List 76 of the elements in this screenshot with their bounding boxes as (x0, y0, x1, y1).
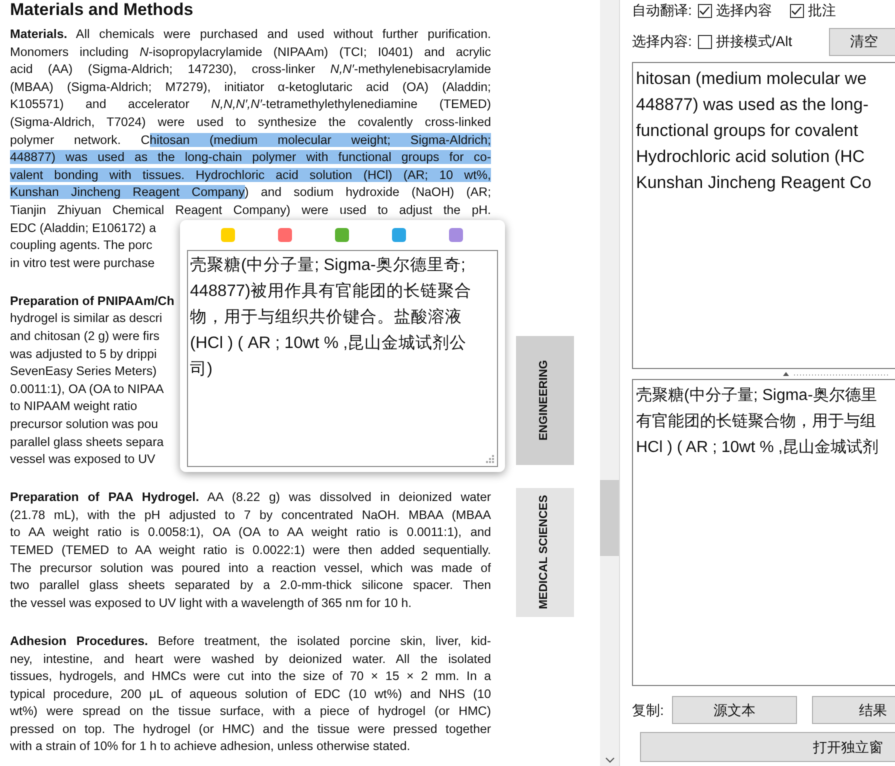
text-line: Adhesion Procedures. Before treatment, the isolated porcine skin, liver, kid- (10, 632, 491, 650)
text-line: Materials. All chemicals were purchased and used without further purification. (10, 26, 491, 43)
text-line: precursor solution was pou (10, 416, 158, 433)
source-text-area[interactable]: hitosan (medium molecular we 448877) was used as the long- functional groups for covalent Hydrochloric acid solution (HC Kunshan Jincheng Reagent Co (632, 62, 895, 369)
text-line: hydrogel is similar as descri (10, 310, 162, 328)
text-line: ) and sodium hydroxide (NaOH) (AR; (244, 185, 492, 200)
text-line: to NIPAAM weight ratio (10, 398, 138, 416)
text-line: parallel glass sheets separa (10, 434, 164, 451)
text-line: wt%) were spread on the tissue surface, with a piece of hydrogel (or HMC) (10, 703, 491, 720)
text-line: K105571) and accelerator N,N,N′,N′-tetramethylethylenediamine (TEMED) (10, 96, 491, 114)
text-line: with a strain of 10% for 1 h to achieve adhesion, unless otherwise stated. (10, 738, 412, 756)
copy-button[interactable]: 结果 (812, 696, 895, 724)
text-line: typical procedure, 200 μL of aqueous solution of EDC (10 wt%) and NHS (10 (10, 686, 491, 703)
selected-text: valent bonding with tissues. Hydrochloric acid solution (HCl) (AR; 10 wt%, (10, 168, 491, 182)
text-line: 0.0011:1), OA (OA to NIPAA (10, 380, 164, 398)
option-label: 选择内容: (632, 32, 692, 52)
scrollbar-thumb[interactable] (600, 480, 619, 556)
translation-text-area[interactable]: 壳聚糖(中分子量; Sigma-奥尔德里奇; 448877)被用作具有官能团的长链聚合物，用于与组织共价键合。盐酸溶液(HCl ) ( AR ; 10wt % ,昆山金城试剂公司) (187, 250, 498, 467)
highlight-color-swatch[interactable] (278, 228, 292, 242)
scroll-down-icon[interactable] (605, 757, 615, 763)
text-line: Tianjin Zhiyuan Chemical Reagent Company) were used to adjust the pH. (10, 202, 491, 219)
text-line: coupling agents. The porc (10, 237, 152, 254)
highlight-color-swatch[interactable] (335, 228, 349, 242)
selected-text: Kunshan Jincheng Reagent Company (10, 185, 245, 200)
text-line: HCl ) ( AR ; 10wt % ,昆山金城试剂 (636, 438, 879, 458)
text-line: in vitro test were purchase (10, 254, 155, 272)
section-tab-label: ENGINEERING (537, 360, 552, 441)
text-line: 448877) was used as the long- (636, 94, 868, 116)
checkbox-label: 选择内容 (716, 1, 772, 20)
text-line: acid (AA) (Sigma-Aldrich; 147230), cross-linker N,N′-methylenebisacrylamide (10, 61, 491, 78)
checkbox[interactable] (698, 4, 712, 18)
text-line: the vessel was exposed to UV light with a wavelength of 365 nm for 10 h. (10, 594, 413, 612)
text-line: EDC (Aladdin; E106172) a (10, 220, 156, 237)
copy-button[interactable]: 源文本 (672, 696, 797, 724)
text-line: SevenEasy Series Meters) (10, 363, 157, 380)
section-tab-label: MEDICAL SCIENCES (537, 495, 552, 610)
text-line: (Sigma-Aldrich, T7024) were used to synthesize the covalently cross-linked (10, 114, 491, 131)
text-line: Preparation of PAA Hydrogel. AA (8.22 g) was dissolved in deionized water (10, 489, 491, 506)
text-line: tissues, hydrogels, and HMCs were cut into the size of 70 × 15 × 2 mm. In a (10, 668, 491, 686)
text-line: Preparation of PNIPAAm/Ch (10, 292, 174, 310)
checkbox[interactable] (790, 4, 804, 18)
text-line: vessel was exposed to UV (10, 451, 156, 468)
result-text-area[interactable]: 壳聚糖(中分子量; Sigma-奥尔德里 有官能团的长链聚合物，用于与组 HCl ) ( AR ; 10wt % ,昆山金城试剂 (632, 378, 895, 686)
text-line: and chitosan (2 g) were firs (10, 328, 160, 345)
splitter-handle[interactable] (780, 370, 890, 376)
highlight-color-swatch[interactable] (392, 228, 406, 242)
text-line: to AA weight ratio is 0.0058:1), OA (OA to AA weight ratio is 0.0011:1), and (10, 524, 491, 542)
text-line: polymer network. C (10, 132, 150, 147)
text-line: 有官能团的长链聚合物，用于与组 (636, 412, 876, 432)
text-line: Monomers including N-isopropylacrylamide (NIPAAm) (TCI; I0401) and acrylic (10, 44, 491, 61)
text-line: 壳聚糖(中分子量; Sigma-奥尔德里 (636, 386, 877, 406)
text-line: Kunshan Jincheng Reagent Co (636, 172, 872, 194)
text-line: ney, intestine, and heart were washed by deionized water. All the isolated (10, 650, 491, 668)
text-line: TEMED (TEMED to AA weight ratio is 0.0022:1) were then added sequentially. (10, 542, 491, 560)
text-line: (21.78 mL), with the pH adjusted to 7 by concentrated NaOH. MBAA (MBAA (10, 506, 491, 524)
selected-text: 448877) was used as the long-chain polymer with functional groups for co- (10, 150, 491, 164)
text-line: was adjusted to 5 by drippi (10, 346, 157, 363)
text-line: functional groups for covalent (636, 120, 858, 142)
highlight-color-swatch[interactable] (449, 228, 463, 242)
checkbox-label: 拼接模式/Alt (716, 32, 792, 52)
checkbox[interactable] (698, 34, 712, 49)
text-line: (MBAA) (Sigma-Aldrich; M7279), initiator α-ketoglutaric acid (OA) (Aladdin; (10, 78, 491, 96)
selected-text: hitosan (medium molecular weight; Sigma-Aldrich; (150, 132, 491, 147)
text-line: The precursor solution was poured into a reaction vessel, which was made of (10, 560, 491, 577)
resize-grip-icon[interactable] (485, 454, 495, 464)
text-line: Hydrochloric acid solution (HC (636, 146, 865, 168)
section-title: Materials and Methods (10, 0, 194, 20)
highlight-color-swatch[interactable] (221, 228, 235, 242)
text-line: two parallel glass sheets separated by a 2.0-mm-thick silicone spacer. Then (10, 577, 491, 594)
copy-label: 复制: (632, 700, 664, 720)
text-line: hitosan (medium molecular we (636, 68, 867, 90)
checkbox-label: 批注 (808, 1, 836, 20)
open-window-button[interactable]: 打开独立窗 (640, 732, 895, 762)
option-label: 自动翻译: (632, 1, 692, 20)
clear-button[interactable]: 清空 (829, 28, 895, 56)
text-line: pressed on top. The hydrogel (or HMC) and the tissue were pressed together (10, 720, 491, 738)
